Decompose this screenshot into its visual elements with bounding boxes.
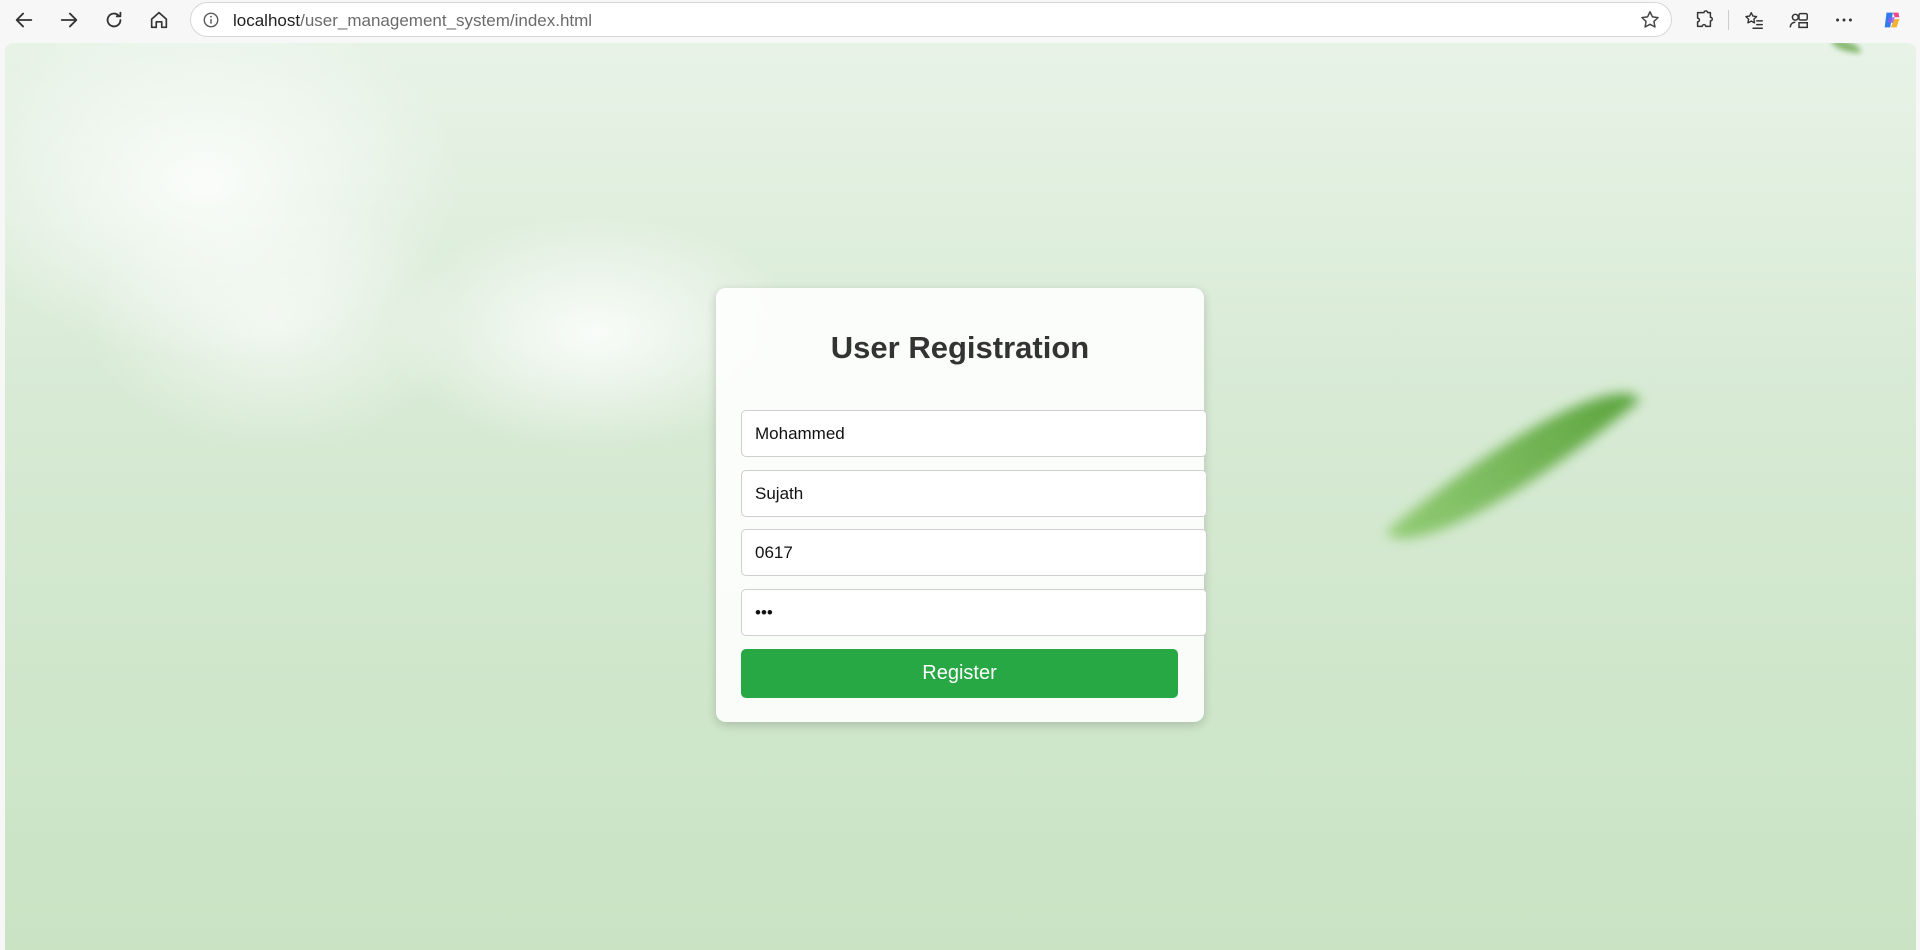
more-icon[interactable] [1828, 4, 1860, 36]
home-icon[interactable] [143, 4, 175, 36]
address-bar[interactable]: localhost/user_management_system/index.h… [190, 2, 1672, 37]
puzzle-icon[interactable] [1688, 4, 1720, 36]
copilot-icon[interactable] [1876, 4, 1908, 36]
browser-toolbar: localhost/user_management_system/index.h… [0, 0, 1920, 40]
info-icon[interactable] [201, 10, 221, 30]
url-text[interactable]: localhost/user_management_system/index.h… [233, 11, 592, 31]
star-icon[interactable] [1639, 9, 1661, 31]
leaf-decoration [1385, 352, 1641, 580]
id-input[interactable] [741, 529, 1207, 576]
url-path: /user_management_system/index.html [300, 11, 593, 30]
toolbar-divider [1728, 10, 1729, 30]
last-name-input[interactable] [741, 470, 1207, 517]
url-host: localhost [233, 11, 301, 30]
profile-icon[interactable] [1783, 4, 1815, 36]
background-cloud [85, 193, 465, 453]
form-title: User Registration [830, 330, 1090, 365]
back-arrow-icon[interactable] [8, 4, 40, 36]
page-viewport: User Registration Register [5, 43, 1916, 950]
first-name-input[interactable] [741, 410, 1207, 457]
favorites-list-icon[interactable] [1738, 4, 1770, 36]
password-input[interactable] [741, 589, 1207, 636]
leaf-decoration-small [1831, 43, 1861, 53]
forward-arrow-icon[interactable] [53, 4, 85, 36]
refresh-icon[interactable] [98, 4, 130, 36]
registration-card: User Registration Register [716, 288, 1207, 722]
register-button[interactable]: Register [741, 649, 1178, 698]
